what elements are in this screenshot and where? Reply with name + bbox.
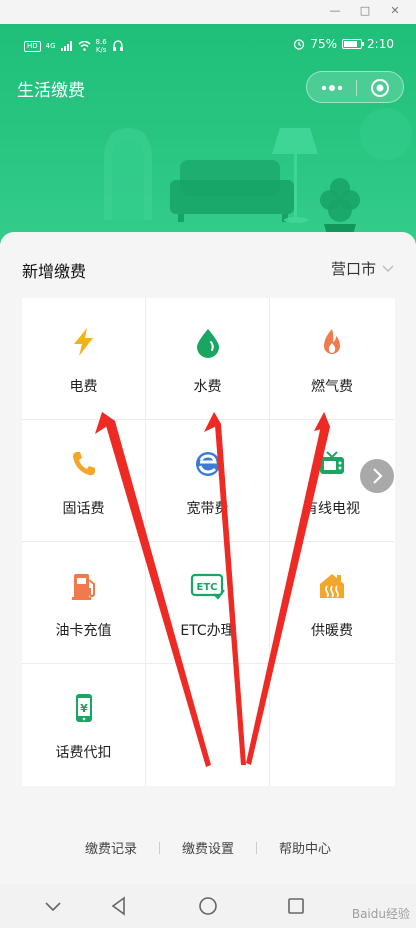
link-payment-records[interactable]: 缴费记录 [63,838,159,857]
link-help-center[interactable]: 帮助中心 [257,838,353,857]
service-heating[interactable]: 供暖费 [270,542,394,664]
chevron-right-icon [373,468,383,484]
alarm-icon [294,39,305,50]
header-banner: HD 4G 8.6 K/s 75% 2:10 生活缴费 [0,24,416,244]
minimize-icon[interactable]: — [328,4,342,18]
service-fuel-card[interactable]: 油卡充值 [22,542,146,664]
lightning-icon [73,328,93,356]
service-label: 宽带费 [186,501,229,517]
maximize-icon[interactable]: □ [358,4,372,18]
battery-percent: 75% [310,37,338,51]
wifi-icon [78,41,91,51]
chevron-down-icon[interactable] [42,895,64,917]
svg-text:ETC: ETC [196,582,217,593]
heating-icon [320,574,344,598]
flame-icon [324,329,340,354]
service-landline[interactable]: 固话费 [22,420,146,542]
hd-badge: HD [24,40,41,52]
service-label: 固话费 [62,501,105,517]
fuel-pump-icon [71,574,95,600]
service-label: 有线电视 [304,501,360,517]
close-target-icon[interactable] [370,78,390,98]
back-icon[interactable] [108,895,130,917]
city-label: 营口市 [330,260,376,278]
chevron-down-icon [382,265,394,272]
link-payment-settings[interactable]: 缴费设置 [160,838,256,857]
service-broadband[interactable]: 宽带费 [146,420,270,542]
headset-icon [112,40,123,51]
window-titlebar: — □ ✕ [0,0,416,24]
service-label: 油卡充值 [55,623,112,639]
service-grid: 电费 水费 燃气费 固话费 宽带费 有线电视 油卡充值 ETC ETC办理 供暖… [22,298,395,786]
mobile-yuan-icon: ¥ [75,694,92,722]
service-label: 燃气费 [311,379,353,395]
service-etc[interactable]: ETC ETC办理 [146,542,270,664]
empty-cell [270,664,394,786]
clock: 2:10 [367,37,394,51]
empty-cell [146,664,270,786]
city-selector[interactable]: 营口市 [331,258,394,279]
living-room-illustration [104,108,412,238]
service-label: 话费代扣 [55,745,112,761]
status-bar: HD 4G 8.6 K/s 75% 2:10 [0,36,416,54]
network-type: 4G [45,42,56,50]
home-icon[interactable] [197,895,219,917]
service-gas[interactable]: 燃气费 [270,298,394,420]
network-speed: 8.6 K/s [95,38,107,54]
service-label: 供暖费 [311,623,353,639]
recents-icon[interactable] [285,895,307,917]
tv-icon [320,451,344,474]
etc-icon: ETC [190,573,225,600]
service-label: 电费 [69,379,98,395]
service-water[interactable]: 水费 [146,298,270,420]
phone-icon [72,452,95,476]
service-label: ETC办理 [180,623,235,639]
section-title: 新增缴费 [22,262,87,281]
mini-program-capsule [306,71,404,103]
scroll-right-button[interactable] [360,459,394,493]
service-phone-autopay[interactable]: ¥ 话费代扣 [22,664,146,786]
svg-text:¥: ¥ [80,702,88,715]
signal-icon [60,41,72,51]
water-drop-icon [196,329,219,358]
close-icon[interactable]: ✕ [388,4,402,18]
service-electricity[interactable]: 电费 [22,298,146,420]
footer-links: 缴费记录 缴费设置 帮助中心 [0,838,416,857]
payment-card: 新增缴费 营口市 电费 水费 燃气费 固话费 宽带费 有线电视 油卡充值 ETC… [0,232,416,852]
page-title: 生活缴费 [17,81,85,101]
battery-icon [342,39,365,49]
watermark: Baidu经验 [351,907,410,921]
more-icon[interactable] [320,81,344,95]
service-label: 水费 [193,379,222,395]
broadband-icon [195,452,220,476]
